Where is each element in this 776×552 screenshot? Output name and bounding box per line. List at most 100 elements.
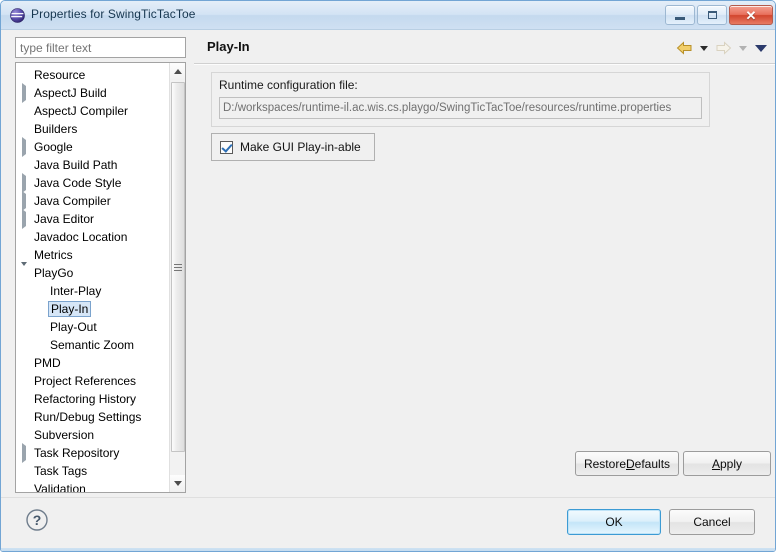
tree-item-task-repository[interactable]: Task Repository [16,443,169,463]
runtime-config-path-field[interactable]: D:/workspaces/runtime-il.ac.wis.cs.playg… [219,97,702,119]
tree-item-label: Java Editor [34,211,95,226]
ok-button-label: OK [605,515,623,529]
tree-item-javadoc-location[interactable]: Javadoc Location [16,228,169,246]
runtime-configuration-label: Runtime configuration file: [219,78,358,92]
checkbox-checked-icon[interactable] [220,140,233,154]
tree-item-label: Builders [34,121,78,136]
apply-label-post: pply [720,456,743,471]
runtime-configuration-group: Runtime configuration file: D:/workspace… [211,72,710,127]
maximize-button[interactable] [697,5,727,25]
tree-item-run-debug-settings[interactable]: Run/Debug Settings [16,408,169,426]
restore-defaults-button[interactable]: Restore Defaults [575,451,679,476]
chevron-down-glyph [21,262,27,280]
tree-item-label: Javadoc Location [34,229,128,244]
make-gui-play-in-able-label: Make GUI Play-in-able [240,140,361,154]
tree-item-label: PMD [34,355,61,370]
tree-item-play-out[interactable]: Play-Out [16,318,169,336]
page-navigation-bar [674,39,769,57]
scrollbar-thumb[interactable] [171,82,185,452]
tree-item-java-code-style[interactable]: Java Code Style [16,173,169,193]
chevron-down-icon [754,44,767,52]
tree-item-label: Run/Debug Settings [34,409,142,424]
scroll-up-button[interactable] [170,63,185,80]
chevron-down-icon [174,481,182,486]
tree-item-resource[interactable]: Resource [16,66,169,84]
tree-item-label: Java Compiler [34,193,111,208]
tree-item-label: Play-Out [50,319,97,334]
tree-item-validation[interactable]: Validation [16,480,169,493]
chevron-right-icon[interactable] [16,173,32,193]
tree-item-label: Java Build Path [34,157,118,172]
tree-item-metrics[interactable]: Metrics [16,246,169,264]
restore-defaults-label-pre: Restore [583,456,626,471]
chevron-right-glyph [22,173,26,193]
tree-item-label: Task Repository [34,445,120,460]
filter-input[interactable] [15,37,186,58]
tree-item-task-tags[interactable]: Task Tags [16,462,169,480]
tree-item-pmd[interactable]: PMD [16,354,169,372]
tree-item-label: Metrics [34,247,73,262]
dialog-client-area: Resource AspectJ Build AspectJ Compiler Bui… [1,30,775,551]
back-history-dropdown[interactable] [697,39,710,57]
chevron-right-glyph [22,83,26,103]
close-button[interactable]: ✕ [729,5,773,25]
preference-tree-panel: Resource AspectJ Build AspectJ Compiler Bui… [15,62,186,493]
tree-item-builders[interactable]: Builders [16,120,169,138]
tree-item-subversion[interactable]: Subversion [16,426,169,444]
restore-defaults-label-post: efaults [634,456,671,471]
make-gui-play-in-able-checkbox[interactable]: Make GUI Play-in-able [211,133,375,161]
tree-item-project-references[interactable]: Project References [16,372,169,390]
back-arrow-icon[interactable] [674,39,694,57]
chevron-right-icon[interactable] [16,443,32,463]
apply-mnemonic: A [711,456,720,471]
window-title: Properties for SwingTicTacToe [31,7,196,21]
tree-item-label: AspectJ Build [34,85,107,100]
minimize-button[interactable] [665,5,695,25]
tree-item-java-compiler[interactable]: Java Compiler [16,191,169,211]
chevron-right-icon[interactable] [16,191,32,211]
grip-icon [174,263,182,271]
tree-item-inter-play[interactable]: Inter-Play [16,282,169,300]
tree-item-label: Resource [34,67,86,82]
chevron-right-glyph [22,443,26,463]
tree-item-play-in[interactable]: Play-In [16,300,169,318]
window-bottom-strip [1,548,775,551]
tree-item-google[interactable]: Google [16,137,169,157]
tree-item-label: AspectJ Compiler [34,103,129,118]
preference-tree[interactable]: Resource AspectJ Build AspectJ Compiler Bui… [16,63,169,492]
tree-item-playgo[interactable]: PlayGo [16,262,169,282]
chevron-right-icon[interactable] [16,209,32,229]
tree-item-label: PlayGo [34,265,74,280]
tree-item-semantic-zoom[interactable]: Semantic Zoom [16,336,169,354]
tree-item-label: Project References [34,373,137,388]
apply-button[interactable]: Apply [683,451,771,476]
forward-history-dropdown [736,39,749,57]
tree-vertical-scrollbar[interactable] [169,63,185,492]
cancel-button[interactable]: Cancel [669,509,755,535]
view-menu-dropdown[interactable] [752,39,769,57]
minimize-icon [675,16,685,20]
tree-item-aspectj-build[interactable]: AspectJ Build [16,83,169,103]
maximize-icon [707,11,717,19]
tree-item-java-build-path[interactable]: Java Build Path [16,156,169,174]
help-button[interactable]: ? [25,508,49,532]
scroll-down-button[interactable] [170,475,185,492]
svg-text:?: ? [33,512,42,528]
tree-item-aspectj-compiler[interactable]: AspectJ Compiler [16,102,169,120]
tree-item-label: Java Code Style [34,175,122,190]
tree-item-label: Refactoring History [34,391,137,406]
chevron-right-icon[interactable] [16,83,32,103]
chevron-right-glyph [22,209,26,229]
tree-item-refactoring-history[interactable]: Refactoring History [16,390,169,408]
dialog-button-bar: ? OK Cancel [1,497,775,551]
page-header-divider-highlight [194,64,775,65]
close-icon: ✕ [745,7,757,23]
chevron-down-icon[interactable] [16,262,32,280]
window-controls: ✕ [665,5,773,25]
ok-button[interactable]: OK [567,509,661,535]
chevron-right-icon[interactable] [16,137,32,157]
cancel-button-label: Cancel [693,515,731,529]
tree-item-label: Task Tags [34,463,88,478]
tree-item-java-editor[interactable]: Java Editor [16,209,169,229]
chevron-down-icon [699,45,708,51]
